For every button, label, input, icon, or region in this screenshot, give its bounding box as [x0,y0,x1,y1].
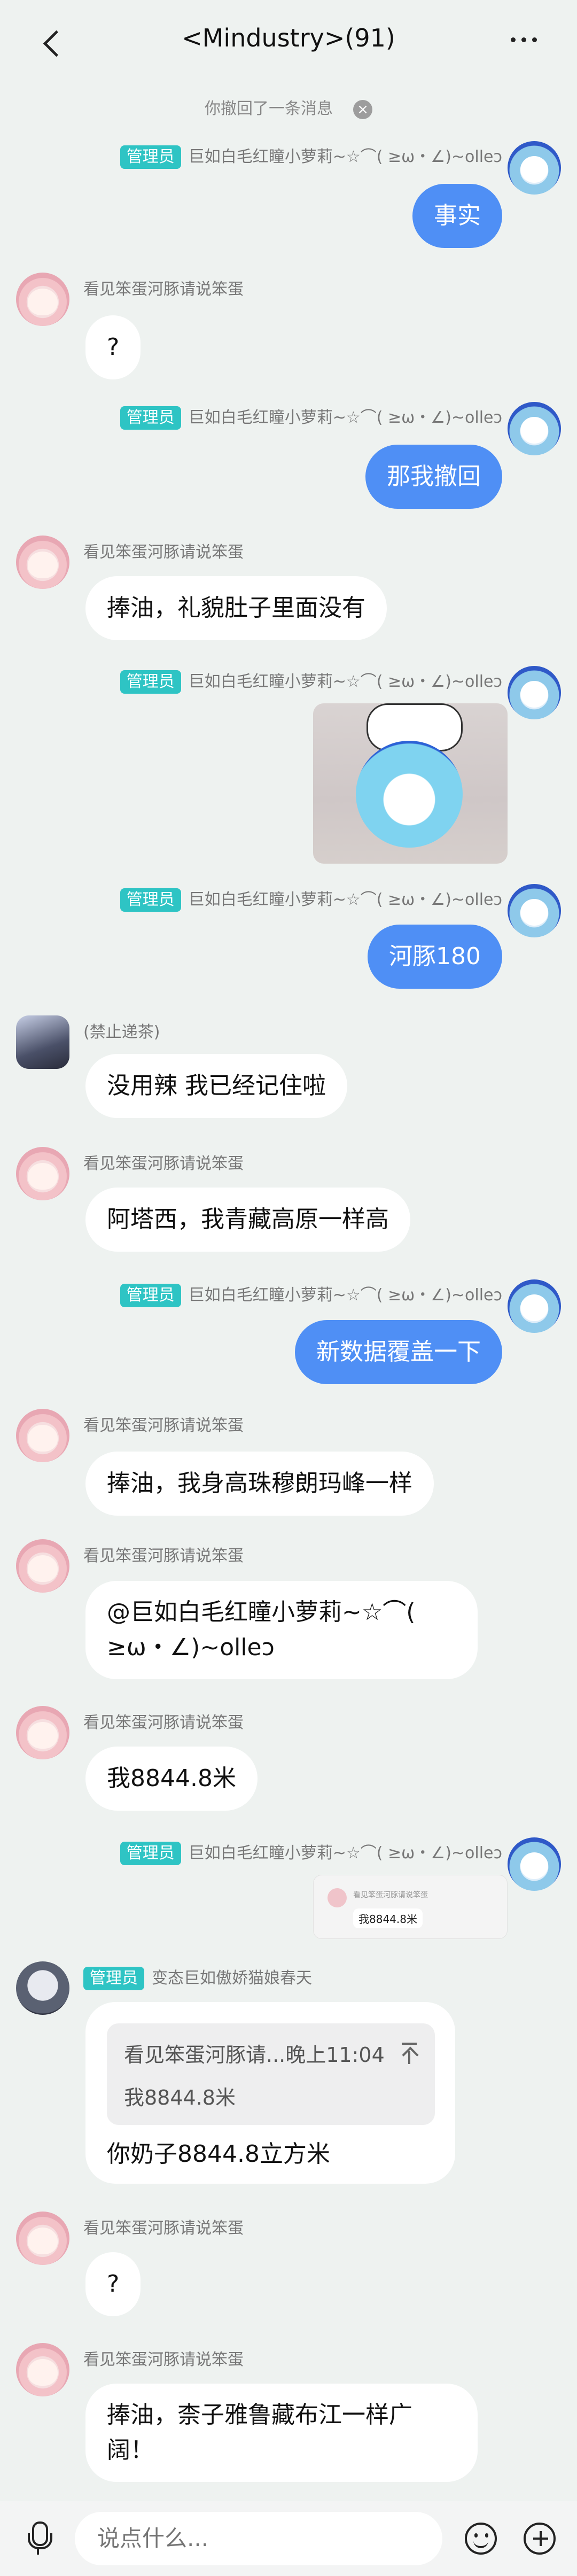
input-bar [0,2501,577,2576]
quoted-header: 看见笨蛋河豚请...晚上11:04 [124,2043,385,2067]
message-bubble[interactable]: 捧油，礼貌肚子里面没有 [85,576,387,640]
sender-name: 看见笨蛋河豚请说笨蛋 [83,543,244,562]
sender-name: 巨如白毛红瞳小萝莉~☆⌒( ≥ω・∠)~olleɔ [188,148,502,166]
quoted-message[interactable]: 看见笨蛋河豚请...晚上11:04 我8844.8米 [107,2023,435,2125]
message-bubble[interactable]: 我8844.8米 [85,1747,258,1811]
screenshot-message-text: 我8844.8米 [353,1908,423,1928]
avatar[interactable] [508,1837,561,1891]
avatar[interactable] [508,884,561,937]
more-icon[interactable] [509,31,541,47]
avatar[interactable] [16,1706,69,1759]
message-bubble[interactable]: 阿塔西，我青藏高原一样高 [85,1188,410,1252]
message-bubble[interactable]: ? [85,2252,141,2316]
message-bubble[interactable]: 没用辣 我已经记住啦 [85,1054,347,1118]
screenshot-sender-name: 看见笨蛋河豚请说笨蛋 [353,1891,428,1899]
admin-badge: 管理员 [120,1284,181,1307]
sender-name: 巨如白毛红瞳小萝莉~☆⌒( ≥ω・∠)~olleɔ [188,1844,502,1863]
avatar[interactable] [16,1147,69,1200]
sender-meta: 管理员 巨如白毛红瞳小萝莉~☆⌒( ≥ω・∠)~olleɔ [120,668,502,694]
sender-name: 巨如白毛红瞳小萝莉~☆⌒( ≥ω・∠)~olleɔ [188,408,502,427]
sender-name: 看见笨蛋河豚请说笨蛋 [83,280,244,299]
sender-meta: 管理员 变态巨如傲娇猫娘春天 [83,1965,312,1990]
sender-name: 看见笨蛋河豚请说笨蛋 [83,1154,244,1173]
message-input[interactable] [75,2512,442,2565]
message-bubble[interactable]: 那我撤回 [365,445,502,509]
reply-text: 你奶子8844.8立方米 [107,2140,330,2168]
sender-meta: 管理员 巨如白毛红瞳小萝莉~☆⌒( ≥ω・∠)~olleɔ [120,404,502,430]
sender-name: 看见笨蛋河豚请说笨蛋 [83,2219,244,2238]
avatar[interactable] [16,2343,69,2396]
chat-title: <Mindustry>(91) [182,24,395,52]
message-bubble[interactable]: 河豚180 [368,925,502,989]
sender-meta: 管理员 巨如白毛红瞳小萝莉~☆⌒( ≥ω・∠)~olleɔ [120,1282,502,1307]
avatar[interactable] [16,1539,69,1593]
plus-icon[interactable] [524,2523,556,2555]
avatar[interactable] [16,1961,69,2015]
sender-name: (禁止递茶) [83,1023,160,1042]
recall-notice: 你撤回了一条消息 × [0,95,577,119]
microphone-icon[interactable] [25,2519,52,2557]
message-bubble[interactable]: 捧油，我身高珠穆朗玛峰一样 [85,1452,434,1516]
avatar[interactable] [508,1279,561,1333]
avatar[interactable] [508,402,561,455]
avatar[interactable] [508,666,561,719]
emoji-icon[interactable] [465,2523,497,2555]
avatar [328,1888,347,1907]
screenshot-image[interactable]: 看见笨蛋河豚请说笨蛋 我8844.8米 [313,1875,508,1939]
quoted-text: 我8844.8米 [124,2086,236,2109]
sender-name: 变态巨如傲娇猫娘春天 [152,1969,312,1988]
sender-name: 巨如白毛红瞳小萝莉~☆⌒( ≥ω・∠)~olleɔ [188,672,502,691]
admin-badge: 管理员 [120,1842,181,1865]
sender-meta: 管理员 巨如白毛红瞳小萝莉~☆⌒( ≥ω・∠)~olleɔ [120,143,502,169]
message-bubble[interactable]: 事实 [412,184,502,248]
reply-message-bubble[interactable]: 看见笨蛋河豚请...晚上11:04 我8844.8米 你奶子8844.8立方米 [85,2002,455,2184]
admin-badge: 管理员 [120,670,181,694]
jump-to-message-icon[interactable] [402,2043,417,2064]
sender-name: 巨如白毛红瞳小萝莉~☆⌒( ≥ω・∠)~olleɔ [188,890,502,909]
avatar[interactable] [16,1409,69,1462]
message-bubble[interactable]: 捧油，柰子雅鲁藏布江一样广阔！ [85,2384,478,2482]
avatar[interactable] [16,536,69,589]
message-bubble[interactable]: @巨如白毛红瞳小萝莉~☆⌒( ≥ω・∠)~olleɔ [85,1581,478,1679]
admin-badge: 管理员 [83,1967,144,1990]
sender-name: 看见笨蛋河豚请说笨蛋 [83,1416,244,1435]
avatar[interactable] [508,141,561,195]
admin-badge: 管理员 [120,406,181,430]
sender-name: 看见笨蛋河豚请说笨蛋 [83,2350,244,2369]
sender-name: 看见笨蛋河豚请说笨蛋 [83,1547,244,1565]
avatar[interactable] [16,2212,69,2265]
sender-name: 看见笨蛋河豚请说笨蛋 [83,1713,244,1732]
admin-badge: 管理员 [120,888,181,912]
avatar[interactable] [16,273,69,326]
sender-meta: 管理员 巨如白毛红瞳小萝莉~☆⌒( ≥ω・∠)~olleɔ [120,1840,502,1865]
admin-badge: 管理员 [120,145,181,169]
sticker-image[interactable] [313,703,508,864]
close-icon[interactable]: × [353,99,372,119]
sender-name: 巨如白毛红瞳小萝莉~☆⌒( ≥ω・∠)~olleɔ [188,1286,502,1305]
avatar[interactable] [16,1015,69,1069]
recall-notice-text: 你撤回了一条消息 [205,99,333,118]
message-bubble[interactable]: 新数据覆盖一下 [295,1320,502,1384]
sender-meta: 管理员 巨如白毛红瞳小萝莉~☆⌒( ≥ω・∠)~olleɔ [120,886,502,912]
chat-header: <Mindustry>(91) [0,0,577,80]
message-bubble[interactable]: ? [85,315,141,379]
